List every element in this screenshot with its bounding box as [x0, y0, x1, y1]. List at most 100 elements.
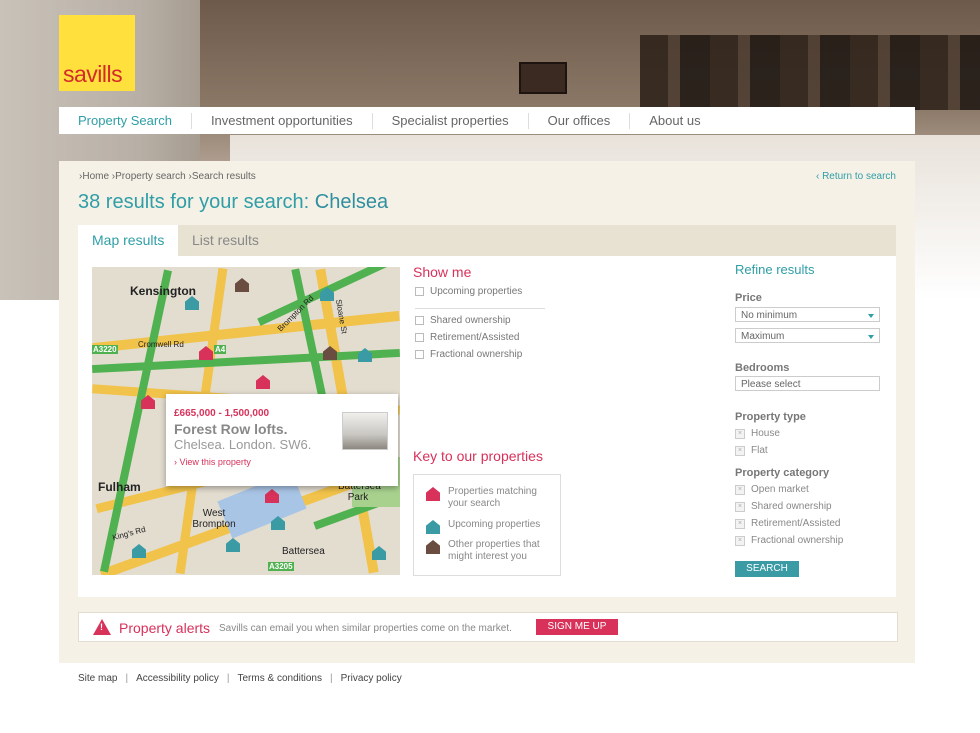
popup-address: Chelsea. London. SW6. — [174, 437, 312, 452]
search-button[interactable]: SEARCH — [735, 561, 799, 577]
map-pin-upcoming[interactable] — [185, 296, 199, 310]
breadcrumb: ›Home ›Property search ›Search results — [79, 171, 256, 182]
price-min-select[interactable]: No minimum — [735, 307, 880, 322]
category-retirement-checkbox[interactable]: × Retirement/Assisted — [735, 518, 840, 529]
nav-specialist-properties[interactable]: Specialist properties — [371, 112, 528, 129]
property-type-label: Property type — [735, 411, 806, 423]
alerts-text: Savills can email you when similar prope… — [219, 623, 512, 634]
select-value: No minimum — [741, 310, 798, 321]
footer-site-map[interactable]: Site map — [78, 673, 117, 684]
category-fractional-checkbox[interactable]: × Fractional ownership — [735, 535, 843, 546]
map-road — [92, 348, 400, 374]
checkbox-box[interactable]: × — [735, 518, 745, 529]
property-key: Properties matching your search Upcoming… — [413, 474, 561, 576]
page-title: 38 results for your search: Chelsea — [78, 191, 388, 214]
hero-screen — [519, 62, 567, 94]
checkbox-label: Shared ownership — [430, 315, 511, 326]
return-label: Return to search — [822, 171, 896, 182]
type-flat-checkbox[interactable]: × Flat — [735, 445, 768, 456]
breadcrumb-home[interactable]: Home — [82, 171, 109, 182]
checkbox-label: Shared ownership — [751, 501, 832, 512]
checkbox-box[interactable] — [415, 333, 424, 342]
checkbox-label: Upcoming properties — [430, 286, 523, 297]
select-value: Please select — [741, 379, 801, 390]
breadcrumb-property-search[interactable]: Property search — [115, 171, 186, 182]
checkbox-box[interactable] — [415, 287, 424, 296]
checkbox-box[interactable] — [415, 350, 424, 359]
bedrooms-select[interactable]: Please select — [735, 376, 880, 391]
savills-logo[interactable]: savills — [59, 15, 135, 91]
checkbox-box[interactable]: × — [735, 428, 745, 439]
checkbox-box[interactable]: × — [735, 484, 745, 495]
type-house-checkbox[interactable]: × House — [735, 428, 780, 439]
map-label-kensington: Kensington — [130, 284, 196, 298]
map-road-label: A4 — [214, 345, 227, 354]
checkbox-label: Retirement/Assisted — [751, 518, 841, 529]
map-road-label: Cromwell Rd — [138, 340, 184, 349]
nav-property-search[interactable]: Property Search — [59, 113, 191, 129]
map-road-label: A3220 — [92, 345, 118, 354]
warning-icon-mark: ! — [100, 622, 103, 632]
house-icon — [426, 487, 440, 501]
nav-investment-opportunities[interactable]: Investment opportunities — [190, 112, 372, 129]
checkbox-label: Retirement/Assisted — [430, 332, 520, 343]
map-property-popup: £665,000 - 1,500,000 Forest Row lofts. C… — [166, 394, 398, 486]
view-property-label: View this property — [179, 457, 251, 467]
logo-text: savills — [63, 61, 123, 87]
price-label: Price — [735, 292, 762, 304]
map-road-label: A3205 — [268, 562, 294, 571]
map-label-battersea: Battersea — [282, 546, 325, 557]
checkbox-box[interactable]: × — [735, 501, 745, 512]
view-property-link[interactable]: › View this property — [174, 457, 251, 467]
tab-map-results[interactable]: Map results — [78, 225, 179, 256]
checkbox-label: Fractional ownership — [751, 535, 844, 546]
map-pin-match[interactable] — [256, 375, 270, 389]
category-open-market-checkbox[interactable]: × Open market — [735, 484, 809, 495]
property-thumbnail[interactable] — [342, 412, 388, 450]
checkbox-label: House — [751, 428, 780, 439]
house-icon — [426, 520, 440, 534]
category-shared-ownership-checkbox[interactable]: × Shared ownership — [735, 501, 832, 512]
checkbox-label: Open market — [751, 484, 809, 495]
map-pin-upcoming[interactable] — [132, 544, 146, 558]
chevron-down-icon — [868, 335, 874, 339]
show-upcoming-checkbox[interactable]: Upcoming properties — [415, 286, 522, 297]
map-pin-other[interactable] — [235, 278, 249, 292]
select-value: Maximum — [741, 331, 785, 342]
chevron-down-icon — [868, 314, 874, 318]
results-panel: ›Home ›Property search ›Search results ‹… — [59, 161, 915, 663]
checkbox-box[interactable]: × — [735, 535, 745, 546]
popup-property-name: Forest Row lofts. — [174, 421, 288, 437]
refine-results-title: Refine results — [735, 262, 815, 277]
checkbox-label: Flat — [751, 445, 768, 456]
map-label-west-brompton: West Brompton — [192, 508, 236, 530]
hero-paintings — [640, 35, 980, 110]
divider: | — [125, 673, 129, 684]
results-count: 38 results for your search: — [78, 191, 310, 213]
show-fractional-checkbox[interactable]: Fractional ownership — [415, 349, 522, 360]
footer-privacy[interactable]: Privacy policy — [341, 673, 402, 684]
nav-about-us[interactable]: About us — [629, 112, 719, 129]
key-label: Properties matching your search — [448, 486, 537, 509]
nav-our-offices[interactable]: Our offices — [527, 112, 630, 129]
divider — [415, 308, 545, 309]
checkbox-box[interactable] — [415, 316, 424, 325]
key-label: Other properties that might interest you — [448, 539, 540, 562]
map-pin-upcoming[interactable] — [226, 538, 240, 552]
breadcrumb-current: Search results — [191, 171, 256, 182]
checkbox-box[interactable]: × — [735, 445, 745, 456]
footer-terms[interactable]: Terms & conditions — [238, 673, 322, 684]
price-max-select[interactable]: Maximum — [735, 328, 880, 343]
alerts-title: Property alerts — [119, 620, 211, 636]
return-to-search-link[interactable]: ‹ Return to search — [816, 171, 896, 182]
sign-me-up-button[interactable]: SIGN ME UP — [536, 619, 618, 635]
results-tabs: Map results List results — [78, 225, 896, 256]
property-map[interactable]: Kensington Fulham West Brompton Batterse… — [92, 267, 400, 575]
show-shared-ownership-checkbox[interactable]: Shared ownership — [415, 315, 511, 326]
popup-price: £665,000 - 1,500,000 — [174, 408, 270, 419]
divider: | — [226, 673, 230, 684]
tab-list-results[interactable]: List results — [178, 225, 273, 256]
search-location: Chelsea — [314, 191, 389, 213]
footer-accessibility[interactable]: Accessibility policy — [136, 673, 219, 684]
show-retirement-checkbox[interactable]: Retirement/Assisted — [415, 332, 519, 343]
